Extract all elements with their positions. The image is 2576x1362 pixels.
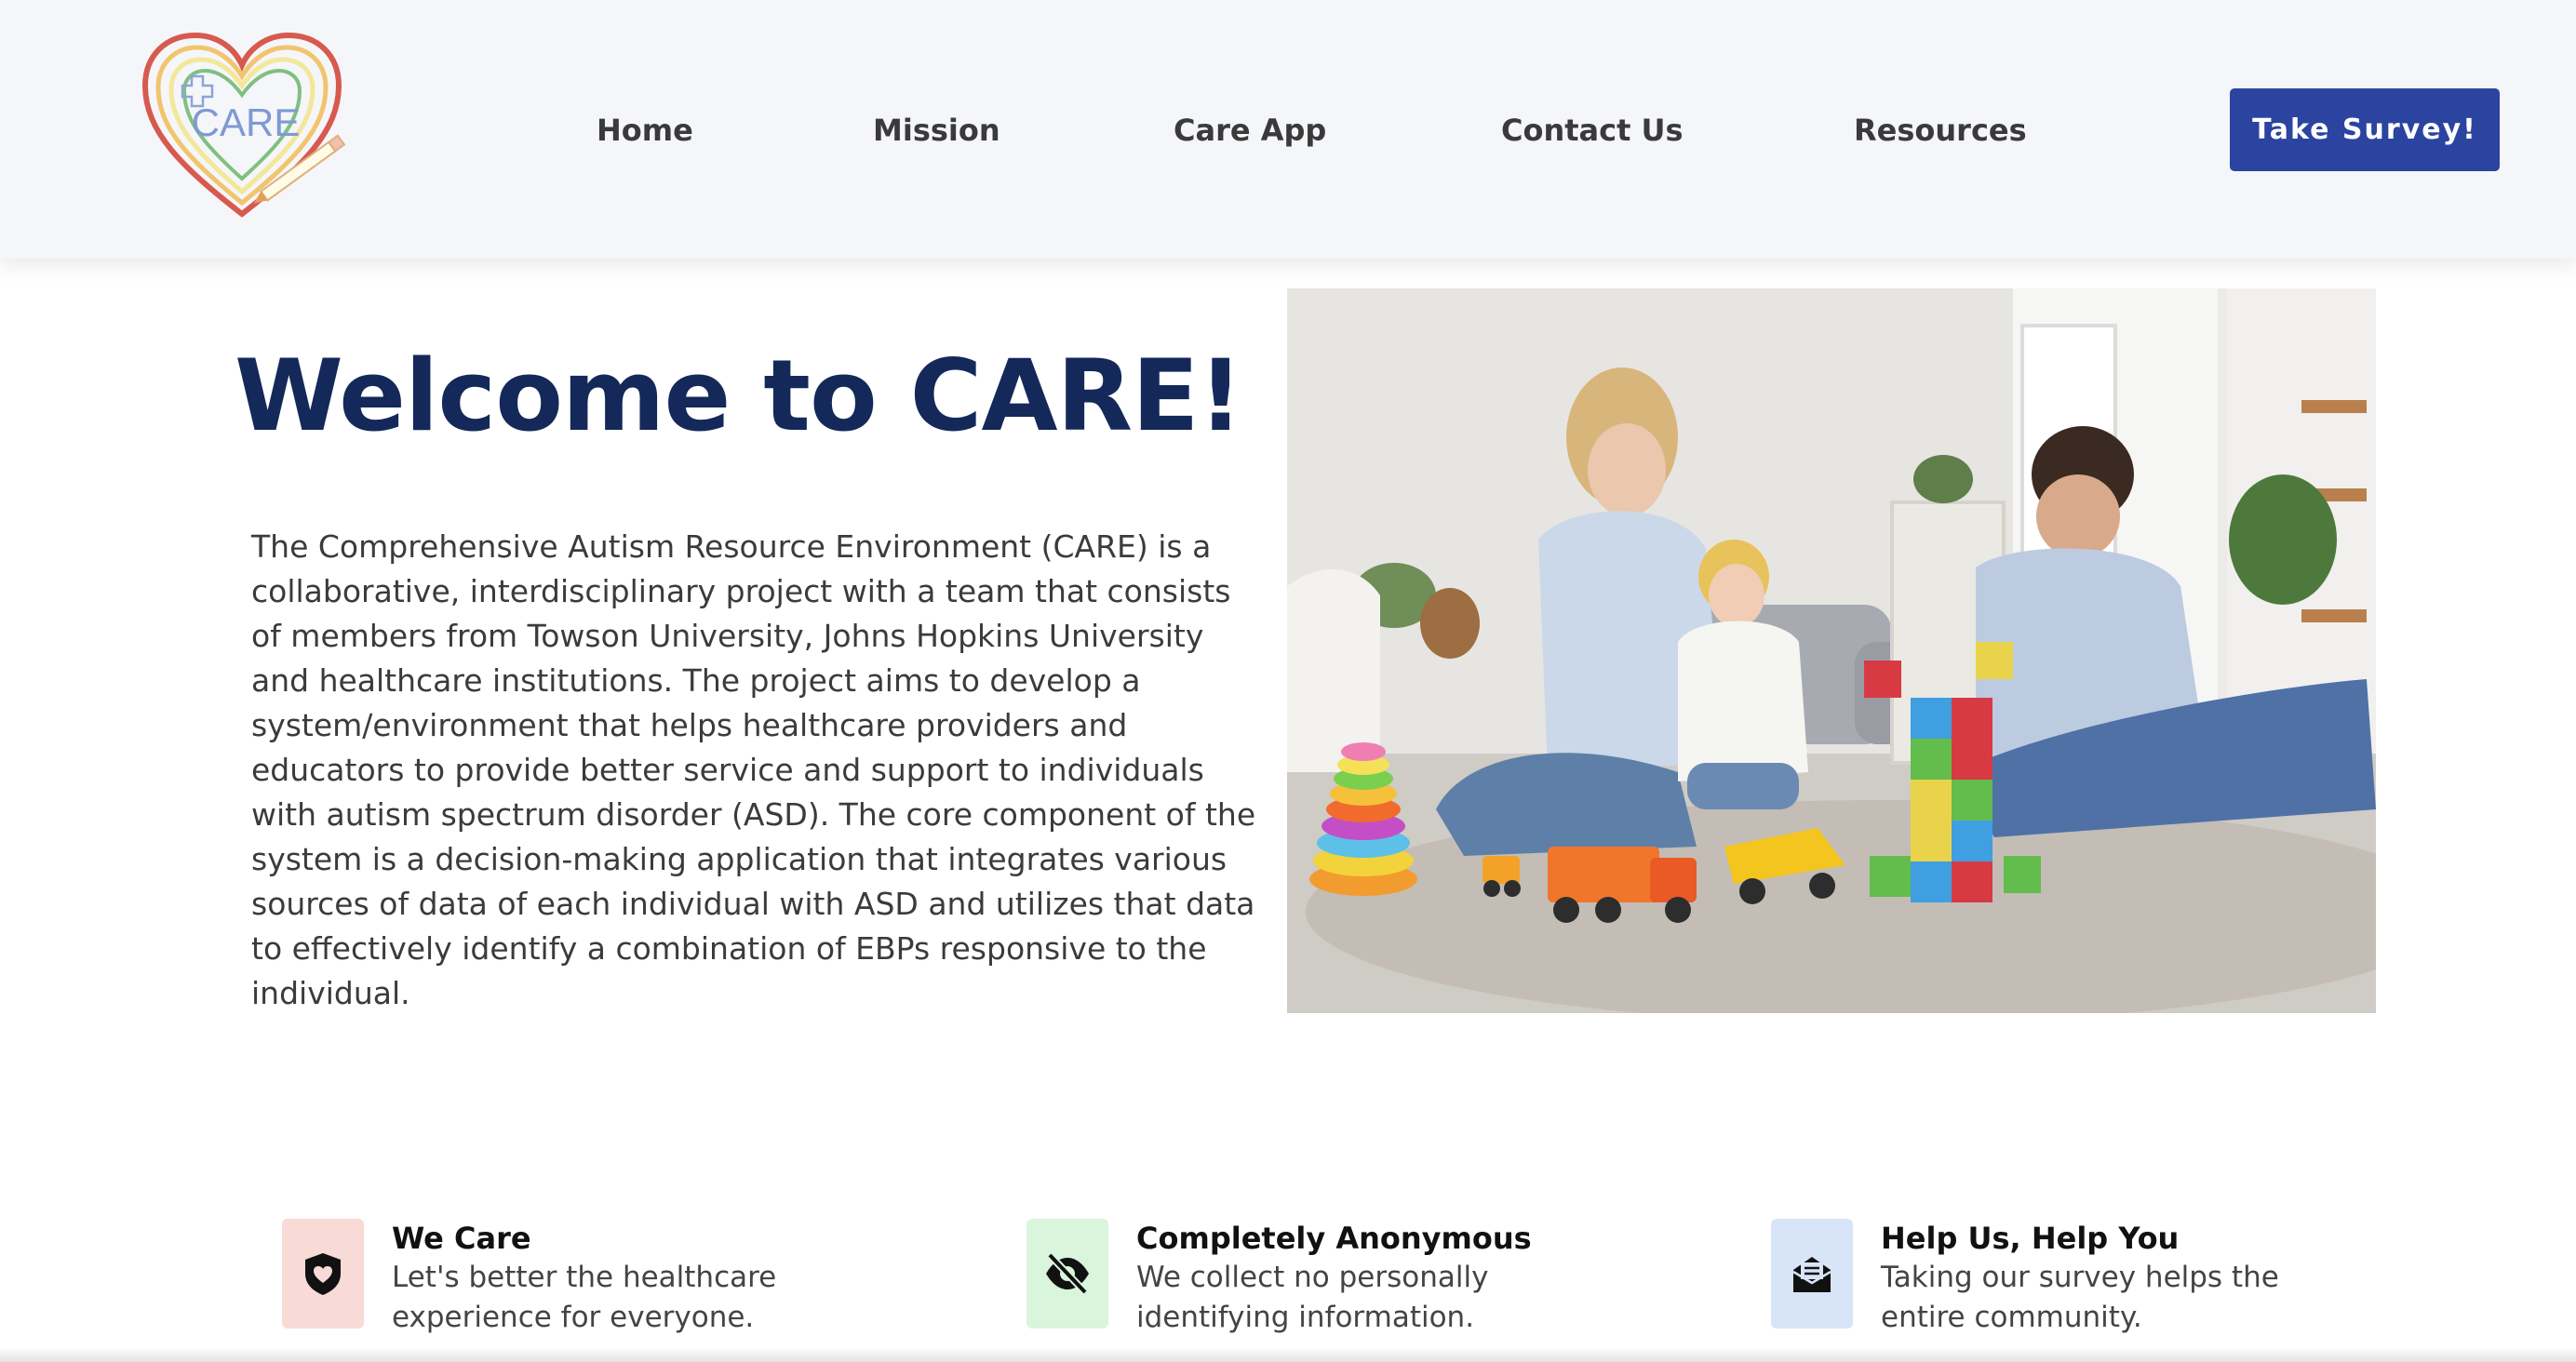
feature-help-us: Help Us, Help You Taking our survey help… bbox=[1771, 1219, 2404, 1334]
feature-icon-box bbox=[282, 1219, 364, 1329]
heart-shield-icon bbox=[305, 1253, 341, 1295]
feature-title: Completely Anonymous bbox=[1136, 1221, 1532, 1256]
nav-resources[interactable]: Resources bbox=[1854, 108, 2027, 153]
feature-icon-box bbox=[1026, 1219, 1108, 1329]
page-bottom-shadow bbox=[0, 1347, 2576, 1362]
svg-text:CARE: CARE bbox=[192, 100, 301, 144]
envelope-open-icon bbox=[1792, 1257, 1831, 1292]
nav-home[interactable]: Home bbox=[597, 108, 693, 153]
feature-title: We Care bbox=[392, 1221, 531, 1256]
eye-slash-icon bbox=[1046, 1252, 1089, 1295]
nav-mission[interactable]: Mission bbox=[873, 108, 1000, 153]
site-header: CARE Home Mission Care App Contact Us Re… bbox=[0, 0, 2576, 259]
family-playing-photo bbox=[1287, 288, 2376, 1013]
feature-description: We collect no personally identifying inf… bbox=[1136, 1261, 1489, 1334]
nav-contact-us[interactable]: Contact Us bbox=[1501, 108, 1684, 153]
care-logo[interactable]: CARE bbox=[138, 28, 367, 227]
feature-icon-box bbox=[1771, 1219, 1853, 1329]
feature-completely-anonymous: Completely Anonymous We collect no perso… bbox=[1026, 1219, 1659, 1334]
feature-title: Help Us, Help You bbox=[1881, 1221, 2180, 1256]
hero-description: The Comprehensive Autism Resource Enviro… bbox=[251, 528, 1256, 1011]
feature-we-care: We Care Let's better the healthcare expe… bbox=[282, 1219, 803, 1334]
take-survey-button[interactable]: Take Survey! bbox=[2230, 88, 2500, 171]
nav-care-app[interactable]: Care App bbox=[1174, 108, 1326, 153]
feature-description: Taking our survey helps the entire commu… bbox=[1881, 1261, 2279, 1334]
feature-description: Let's better the healthcare experience f… bbox=[392, 1261, 777, 1334]
hero-title: Welcome to CARE! bbox=[235, 339, 1243, 453]
